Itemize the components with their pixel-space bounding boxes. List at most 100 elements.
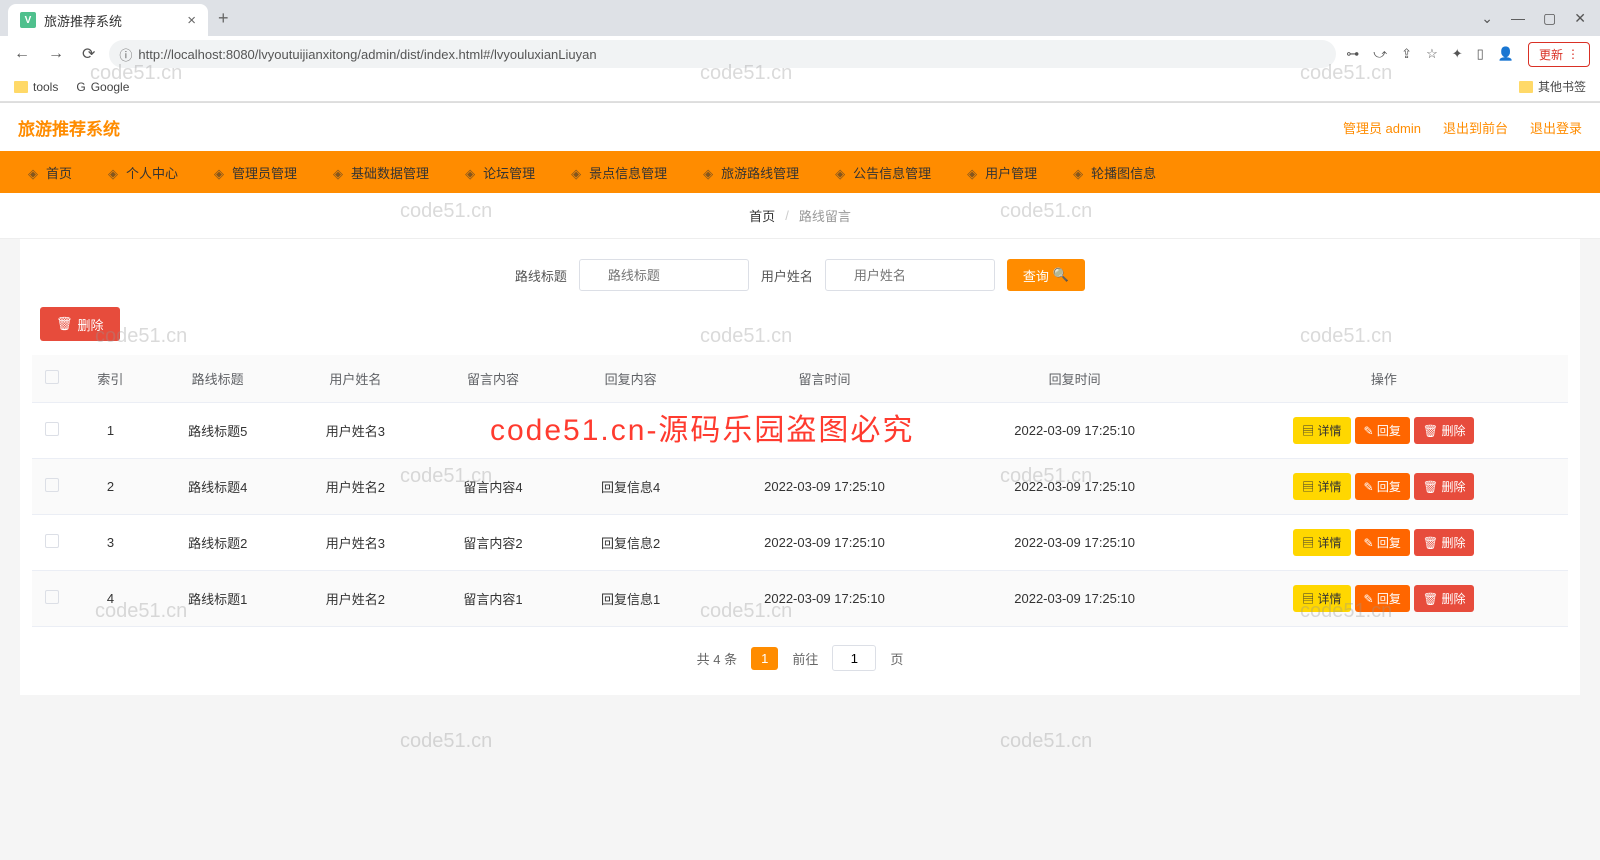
th-msg-time: 留言时间 <box>699 355 949 403</box>
cell-user: 用户姓名2 <box>287 459 425 515</box>
nav-item-4[interactable]: ◈论坛管理 <box>447 151 553 193</box>
detail-button[interactable]: ▤ 详情 <box>1293 473 1350 500</box>
nav-menu: ◈首页◈个人中心◈管理员管理◈基础数据管理◈论坛管理◈景点信息管理◈旅游路线管理… <box>0 151 1600 193</box>
extension-icon[interactable]: ✦ <box>1452 46 1463 62</box>
cell-msg: 留言内容4 <box>424 459 562 515</box>
close-window-icon[interactable]: ✕ <box>1574 10 1586 27</box>
url-text: http://localhost:8080/lvyoutuijianxitong… <box>138 47 596 62</box>
cell-reply-time: 2022-03-09 17:25:10 <box>950 571 1200 627</box>
nav-label: 景点信息管理 <box>589 163 667 182</box>
search-input-title[interactable] <box>579 259 749 291</box>
bulk-delete-button[interactable]: 🗑删除 <box>40 307 120 341</box>
cell-reply <box>562 403 700 459</box>
forward-icon[interactable]: → <box>44 41 68 67</box>
back-icon[interactable]: ← <box>10 41 34 67</box>
tab-title: 旅游推荐系统 <box>44 11 122 30</box>
minimize-icon[interactable]: — <box>1511 10 1525 27</box>
cell-msg: 留言内容2 <box>424 515 562 571</box>
cell-reply: 回复信息1 <box>562 571 700 627</box>
close-tab-icon[interactable]: × <box>187 12 196 29</box>
to-front-link[interactable]: 退出到前台 <box>1443 118 1508 137</box>
cell-user: 用户姓名3 <box>287 403 425 459</box>
translate-icon[interactable]: ⤻ <box>1373 46 1387 62</box>
nav-icon: ◈ <box>333 166 345 178</box>
maximize-icon[interactable]: ▢ <box>1543 10 1556 27</box>
table-row: 3路线标题2用户姓名3留言内容2回复信息22022-03-09 17:25:10… <box>32 515 1568 571</box>
search-label-title: 路线标题 <box>515 266 567 285</box>
info-icon: ⓘ <box>119 45 132 64</box>
url-input[interactable]: ⓘ http://localhost:8080/lvyoutuijianxito… <box>109 40 1336 68</box>
row-checkbox[interactable] <box>45 478 59 492</box>
cell-user: 用户姓名2 <box>287 571 425 627</box>
goto-input[interactable] <box>832 645 876 671</box>
data-table: 索引 路线标题 用户姓名 留言内容 回复内容 留言时间 回复时间 操作 1路线标… <box>32 355 1568 627</box>
select-all-checkbox[interactable] <box>45 370 59 384</box>
nav-label: 用户管理 <box>985 163 1037 182</box>
nav-item-1[interactable]: ◈个人中心 <box>90 151 196 193</box>
cell-reply-time: 2022-03-09 17:25:10 <box>950 459 1200 515</box>
search-input-user[interactable] <box>825 259 995 291</box>
search-button[interactable]: 查询🔍 <box>1007 259 1085 291</box>
window-controls: ⌄ — ▢ ✕ <box>1481 10 1600 27</box>
nav-item-2[interactable]: ◈管理员管理 <box>196 151 315 193</box>
nav-item-7[interactable]: ◈ 公告信息管理 <box>817 151 949 193</box>
nav-icon: ◈ <box>835 166 847 178</box>
browser-tab[interactable]: V 旅游推荐系统 × <box>8 4 208 36</box>
detail-button[interactable]: ▤ 详情 <box>1293 529 1350 556</box>
row-delete-button[interactable]: 🗑 删除 <box>1414 529 1475 556</box>
profile-icon[interactable]: 👤 <box>1498 46 1514 62</box>
reply-button[interactable]: ✎ 回复 <box>1355 473 1410 500</box>
watermark: code51.cn <box>1000 730 1092 753</box>
watermark: code51.cn <box>400 730 492 753</box>
row-delete-button[interactable]: 🗑 删除 <box>1414 585 1475 612</box>
nav-item-3[interactable]: ◈基础数据管理 <box>315 151 447 193</box>
reply-button[interactable]: ✎ 回复 <box>1355 417 1410 444</box>
nav-icon: ◈ <box>108 166 120 178</box>
detail-button[interactable]: ▤ 详情 <box>1293 417 1350 444</box>
reply-button[interactable]: ✎ 回复 <box>1355 529 1410 556</box>
admin-link[interactable]: 管理员 admin <box>1343 118 1421 137</box>
update-button[interactable]: 更新⋮ <box>1528 42 1590 67</box>
cell-reply-time: 2022-03-09 17:25:10 <box>950 515 1200 571</box>
panel-icon[interactable]: ▯ <box>1477 46 1484 62</box>
cell-index: 3 <box>72 515 149 571</box>
folder-icon <box>14 81 28 93</box>
cell-msg-time <box>699 403 949 459</box>
table-row: 4路线标题1用户姓名2留言内容1回复信息12022-03-09 17:25:10… <box>32 571 1568 627</box>
breadcrumb-home[interactable]: 首页 <box>749 206 775 225</box>
nav-item-0[interactable]: ◈ 首页 <box>10 151 90 193</box>
nav-icon: ◈ <box>28 166 40 178</box>
dropdown-icon[interactable]: ⌄ <box>1481 10 1493 27</box>
bookmarks-bar: tools GGoogle 其他书签 <box>0 72 1600 102</box>
reply-button[interactable]: ✎ 回复 <box>1355 585 1410 612</box>
bookmark-tools[interactable]: tools <box>14 80 58 94</box>
nav-label: 公告信息管理 <box>853 163 931 182</box>
breadcrumb-current: 路线留言 <box>799 206 851 225</box>
row-checkbox[interactable] <box>45 422 59 436</box>
row-delete-button[interactable]: 🗑 删除 <box>1414 473 1475 500</box>
nav-item-9[interactable]: ◈轮播图信息 <box>1055 151 1174 193</box>
row-checkbox[interactable] <box>45 534 59 548</box>
page-current[interactable]: 1 <box>751 647 778 670</box>
nav-item-5[interactable]: ◈景点信息管理 <box>553 151 685 193</box>
new-tab-button[interactable]: + <box>208 8 239 29</box>
key-icon[interactable]: ⊶ <box>1346 46 1359 62</box>
bookmark-icon[interactable]: ☆ <box>1426 46 1438 62</box>
search-label-user: 用户姓名 <box>761 266 813 285</box>
nav-item-8[interactable]: ◈用户管理 <box>949 151 1055 193</box>
row-delete-button[interactable]: 🗑 删除 <box>1414 417 1475 444</box>
cell-title: 路线标题1 <box>149 571 287 627</box>
cell-reply: 回复信息4 <box>562 459 700 515</box>
detail-button[interactable]: ▤ 详情 <box>1293 585 1350 612</box>
cell-ops: ▤ 详情✎ 回复🗑 删除 <box>1200 515 1568 571</box>
reload-icon[interactable]: ⟳ <box>78 40 99 68</box>
nav-label: 管理员管理 <box>232 163 297 182</box>
logout-link[interactable]: 退出登录 <box>1530 118 1582 137</box>
nav-item-6[interactable]: ◈旅游路线管理 <box>685 151 817 193</box>
nav-label: 轮播图信息 <box>1091 163 1156 182</box>
share-icon[interactable]: ⇪ <box>1401 46 1412 62</box>
nav-label: 首页 <box>46 163 72 182</box>
bookmark-other[interactable]: 其他书签 <box>1519 78 1586 95</box>
bookmark-google[interactable]: GGoogle <box>76 80 129 94</box>
row-checkbox[interactable] <box>45 590 59 604</box>
